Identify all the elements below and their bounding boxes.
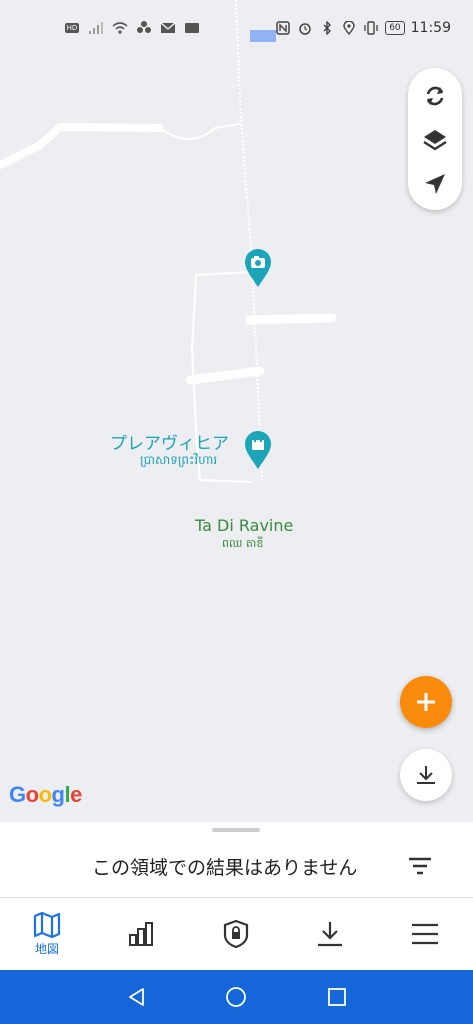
status-blue-indicator xyxy=(250,30,276,42)
status-right-icons: 60 11:59 xyxy=(275,20,451,36)
lock-icon xyxy=(223,919,249,949)
place-khmer-label: ពឈ តាឌី xyxy=(222,537,264,550)
back-icon xyxy=(129,988,144,1006)
navigate-icon xyxy=(425,174,445,194)
sheet-drag-handle[interactable] xyxy=(212,828,260,832)
nav-item-stats[interactable] xyxy=(94,898,188,970)
photo-poi-marker[interactable] xyxy=(244,248,272,292)
download-map-button[interactable] xyxy=(400,749,452,801)
refresh-button[interactable] xyxy=(408,74,462,118)
alarm-icon xyxy=(297,20,313,36)
battery-icon: 60 xyxy=(385,21,405,35)
wifi-icon xyxy=(112,20,128,36)
status-time: 11:59 xyxy=(410,20,451,36)
menu-icon xyxy=(412,923,438,945)
google-logo: Google xyxy=(9,782,82,807)
temple-khmer-label: ប្រាសាទព្រះវិហារ xyxy=(140,453,218,467)
home-icon xyxy=(226,987,246,1007)
my-location-button[interactable] xyxy=(408,162,462,206)
home-button[interactable] xyxy=(221,982,251,1012)
map-view[interactable]: HD 60 11:59 プレアヴィヒア ប្រាសាទព្រះវិហារ Ta … xyxy=(0,0,473,822)
map-icon xyxy=(33,911,61,938)
vibrate-icon xyxy=(363,20,379,36)
layers-icon xyxy=(423,130,447,151)
results-sheet[interactable]: この領域での結果はありません xyxy=(0,822,473,898)
recents-icon xyxy=(328,988,346,1006)
map-controls xyxy=(408,68,462,210)
stats-icon xyxy=(129,922,153,946)
temple-poi-marker[interactable] xyxy=(244,430,272,474)
bluetooth-icon xyxy=(319,20,335,36)
signal-icon xyxy=(88,20,104,36)
fan-icon xyxy=(136,20,152,36)
filter-icon xyxy=(409,857,431,875)
mail-icon xyxy=(160,20,176,36)
status-bar: HD 60 11:59 xyxy=(0,0,473,58)
nav-label-map: 地図 xyxy=(34,941,59,956)
plus-icon xyxy=(417,693,435,711)
back-button[interactable] xyxy=(122,982,152,1012)
nav-item-downloads[interactable] xyxy=(283,898,377,970)
download-icon xyxy=(417,766,435,784)
temple-name-label[interactable]: プレアヴィヒア xyxy=(110,429,229,454)
refresh-icon xyxy=(426,86,444,106)
add-button[interactable] xyxy=(400,676,452,728)
nav-item-map[interactable]: 地図 xyxy=(0,898,94,970)
nav-item-menu[interactable] xyxy=(378,898,472,970)
status-left-icons: HD xyxy=(64,20,200,36)
recents-button[interactable] xyxy=(322,982,352,1012)
filter-button[interactable] xyxy=(406,852,434,880)
bottom-nav: 地図 xyxy=(0,898,473,970)
sms-icon xyxy=(184,20,200,36)
place-name-label[interactable]: Ta Di Ravine xyxy=(195,516,293,535)
android-nav-bar xyxy=(0,970,473,1024)
castle-icon xyxy=(245,431,271,469)
nav-item-privacy[interactable] xyxy=(189,898,283,970)
no-results-message: この領域での結果はありません xyxy=(92,857,358,879)
nfc-icon xyxy=(275,20,291,36)
camera-icon xyxy=(245,249,271,287)
download-icon xyxy=(318,922,342,947)
hd-icon: HD xyxy=(64,23,80,33)
layers-button[interactable] xyxy=(408,118,462,162)
location-icon xyxy=(341,20,357,36)
